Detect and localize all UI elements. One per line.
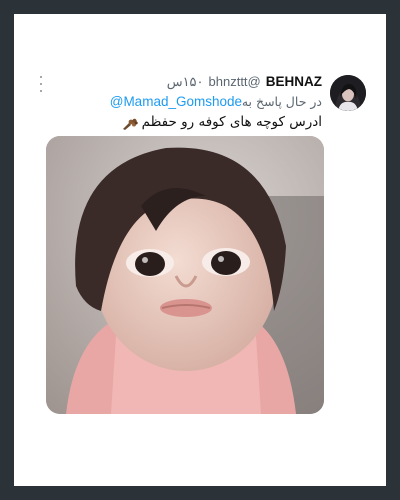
tweet-text: ادرس کوچه های کوفه رو حفظم xyxy=(122,112,322,132)
avatar[interactable] xyxy=(330,75,366,111)
tweet-header: BEHNAZ @bhnzttt ۱۵۰س xyxy=(167,72,322,92)
author-name[interactable]: BEHNAZ xyxy=(266,72,322,92)
timestamp[interactable]: ۱۵۰س xyxy=(167,72,204,92)
author-handle[interactable]: @bhnzttt xyxy=(209,72,261,92)
reply-mention-link[interactable]: @Mamad_Gomshode xyxy=(110,92,242,112)
more-vertical-icon[interactable] xyxy=(36,76,46,92)
tweet-media-image[interactable] xyxy=(46,136,324,414)
tweet-text-content: ادرس کوچه های کوفه رو حفظم xyxy=(141,114,322,130)
bouquet-icon xyxy=(122,116,138,130)
replying-to-label: در حال پاسخ به xyxy=(241,94,322,109)
